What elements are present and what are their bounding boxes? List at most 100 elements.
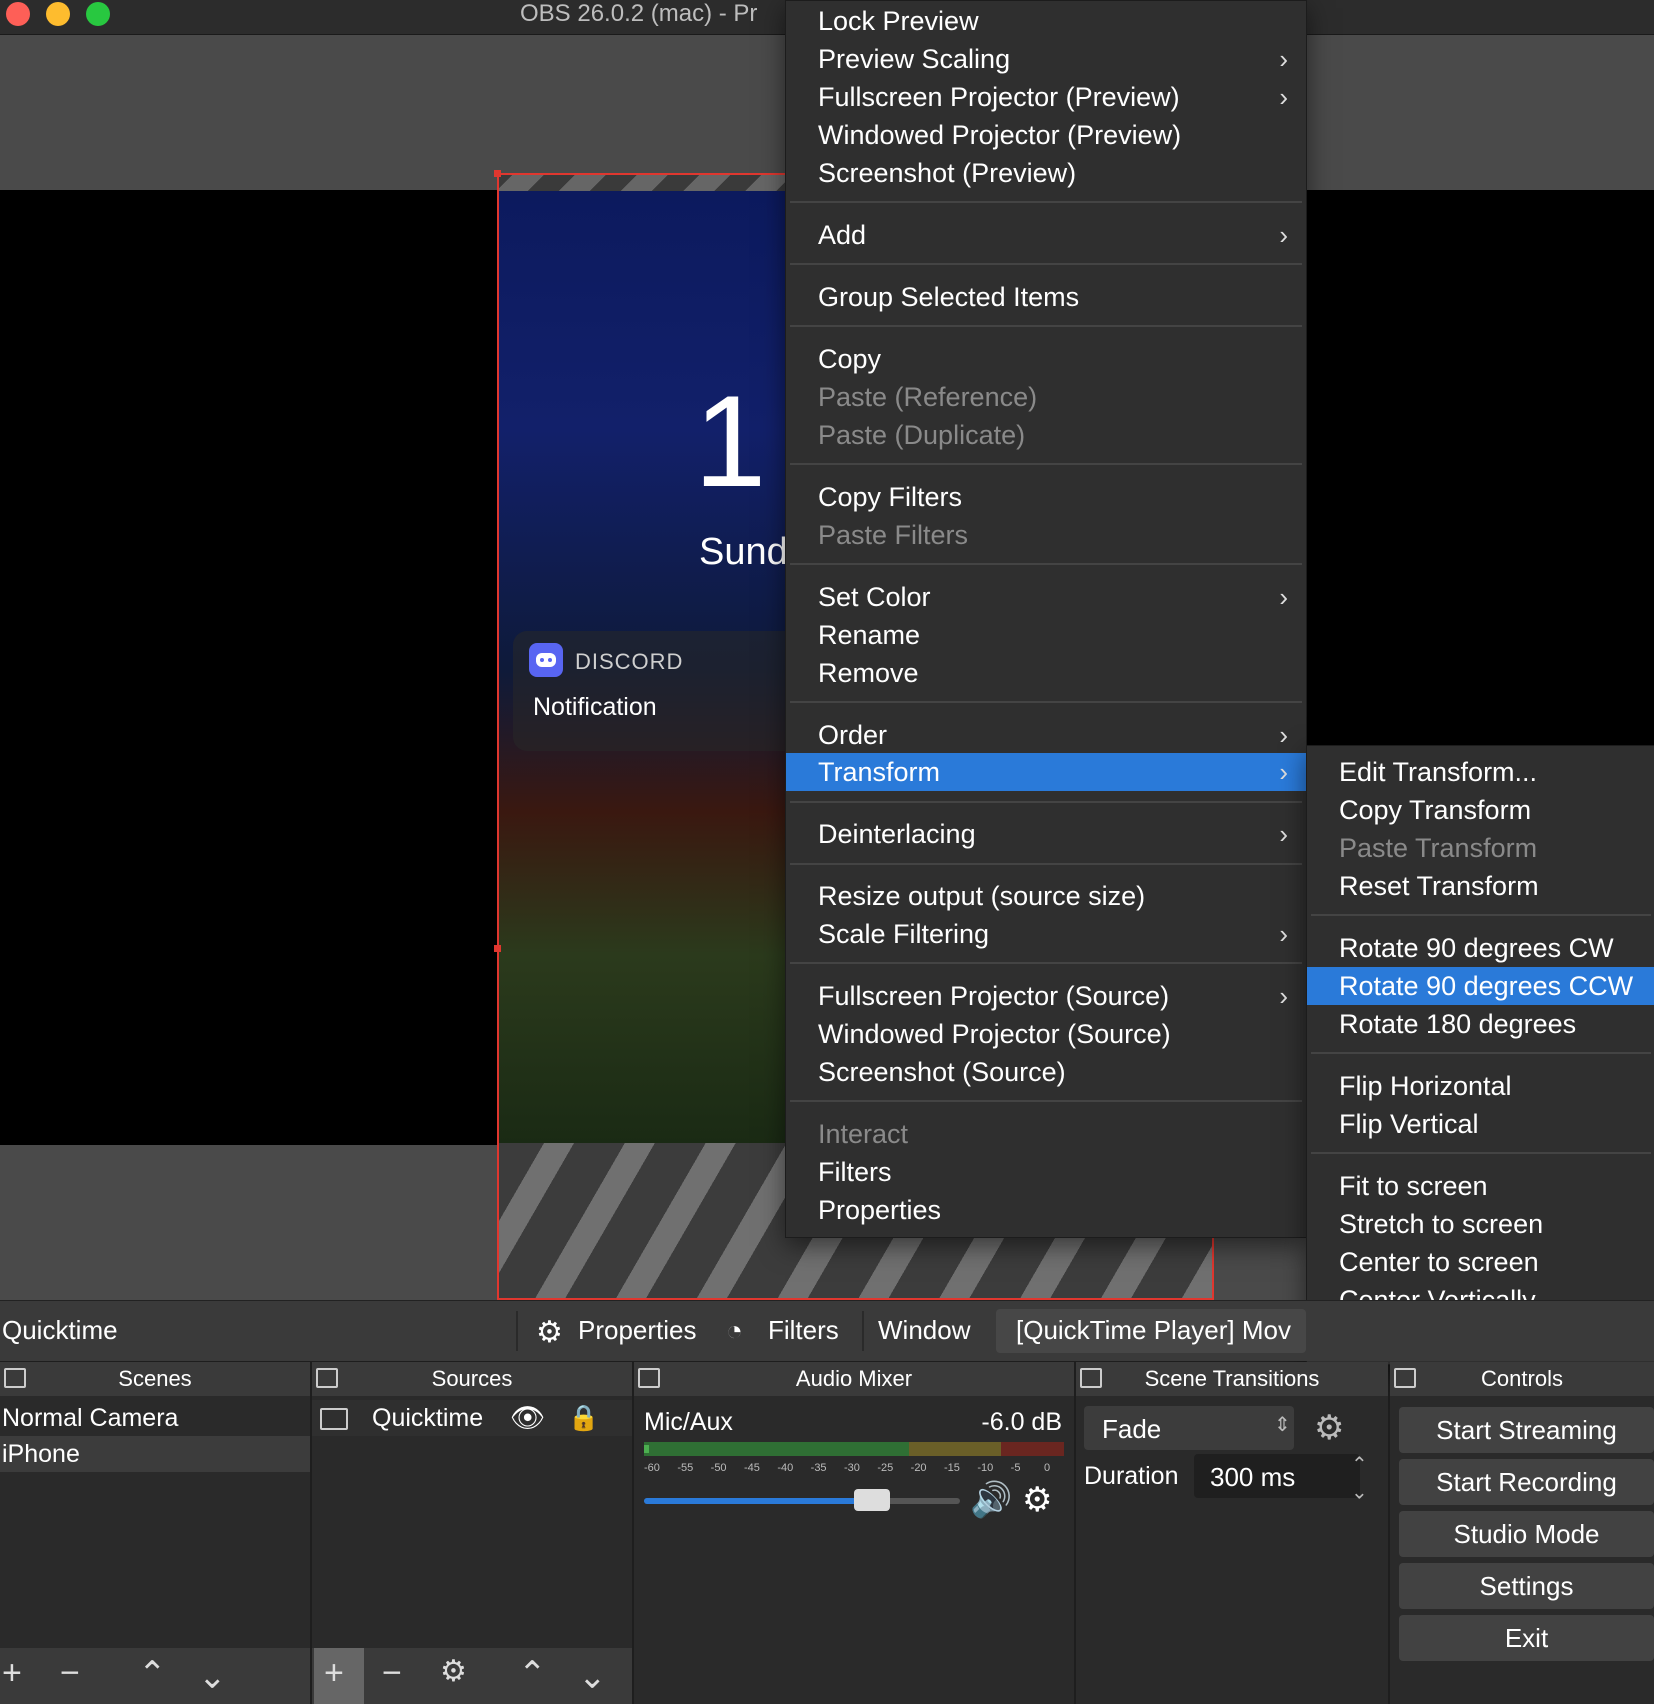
- menu-item-screenshot-preview[interactable]: Screenshot (Preview): [786, 154, 1306, 192]
- spin-up-icon[interactable]: ⌃: [1351, 1452, 1368, 1477]
- menu-item-copy[interactable]: Copy: [786, 340, 1306, 378]
- menu-item-stretch-to-screen[interactable]: Stretch to screen: [1307, 1205, 1654, 1243]
- menu-item-resize-output-source-size[interactable]: Resize output (source size): [786, 877, 1306, 915]
- channel-name: Mic/Aux: [644, 1408, 733, 1436]
- menu-item-label: Remove: [818, 658, 919, 688]
- context-menu: Lock Preview Preview Scaling › Fullscreen P…: [785, 0, 1307, 1238]
- notification-text: Notification: [533, 693, 657, 721]
- window-select[interactable]: [QuickTime Player] Mov: [996, 1309, 1306, 1353]
- close-window-button[interactable]: [6, 2, 30, 26]
- menu-item-copy-transform[interactable]: Copy Transform: [1307, 791, 1654, 829]
- studio-mode-button[interactable]: Studio Mode: [1399, 1511, 1654, 1557]
- menu-item-fullscreen-projector-preview[interactable]: Fullscreen Projector (Preview) ›: [786, 78, 1306, 116]
- transform-submenu: Edit Transform... Copy Transform Paste Tra…: [1306, 745, 1654, 1365]
- menu-item-windowed-projector-source[interactable]: Windowed Projector (Source): [786, 1015, 1306, 1053]
- menu-item-rotate-180-degrees[interactable]: Rotate 180 degrees: [1307, 1005, 1654, 1043]
- menu-item-paste-duplicate[interactable]: Paste (Duplicate): [786, 416, 1306, 454]
- duration-label: Duration: [1084, 1462, 1179, 1490]
- menu-item-copy-filters[interactable]: Copy Filters: [786, 478, 1306, 516]
- gear-icon[interactable]: ⚙: [440, 1654, 467, 1689]
- menu-item-center-to-screen[interactable]: Center to screen: [1307, 1243, 1654, 1281]
- transition-select[interactable]: Fade ⇕: [1084, 1406, 1294, 1450]
- add-scene-icon[interactable]: +: [2, 1654, 22, 1693]
- menu-item-screenshot-source[interactable]: Screenshot (Source): [786, 1053, 1306, 1091]
- dock-float-icon[interactable]: [1394, 1368, 1416, 1388]
- menu-item-fullscreen-projector-source[interactable]: Fullscreen Projector (Source) ›: [786, 977, 1306, 1015]
- move-down-icon[interactable]: ⌃: [198, 1654, 227, 1694]
- remove-scene-icon[interactable]: −: [60, 1654, 80, 1693]
- menu-item-transform[interactable]: Transform ›: [786, 753, 1306, 791]
- menu-item-label: Interact: [818, 1119, 909, 1149]
- scene-item-label: iPhone: [2, 1440, 80, 1468]
- menu-item-set-color[interactable]: Set Color ›: [786, 578, 1306, 616]
- scene-item[interactable]: Normal Camera: [0, 1400, 310, 1436]
- speaker-icon[interactable]: 🔊: [970, 1480, 1012, 1520]
- eye-icon[interactable]: 👁: [510, 1400, 546, 1436]
- start-streaming-button[interactable]: Start Streaming: [1399, 1407, 1654, 1453]
- gear-icon[interactable]: ⚙: [1314, 1408, 1344, 1448]
- menu-item-rename[interactable]: Rename: [786, 616, 1306, 654]
- menu-item-rotate-90-degrees-ccw[interactable]: Rotate 90 degrees CCW: [1307, 967, 1654, 1005]
- dock-float-icon[interactable]: [1080, 1368, 1102, 1388]
- menu-item-paste-filters[interactable]: Paste Filters: [786, 516, 1306, 554]
- menu-item-fit-to-screen[interactable]: Fit to screen: [1307, 1167, 1654, 1205]
- menu-item-order[interactable]: Order ›: [786, 716, 1306, 754]
- menu-item-label: Flip Horizontal: [1339, 1071, 1512, 1101]
- move-up-icon[interactable]: ⌃: [138, 1654, 167, 1694]
- menu-item-remove[interactable]: Remove: [786, 654, 1306, 692]
- menu-item-reset-transform[interactable]: Reset Transform: [1307, 867, 1654, 905]
- volume-slider-knob[interactable]: [853, 1489, 890, 1511]
- notification-card: DISCORD Notification: [513, 631, 813, 751]
- menu-separator: [1311, 914, 1651, 916]
- menu-item-add[interactable]: Add ›: [786, 216, 1306, 254]
- menu-item-group-selected-items[interactable]: Group Selected Items: [786, 278, 1306, 316]
- menu-item-label: Transform: [818, 757, 941, 787]
- add-source-icon: +: [324, 1654, 344, 1692]
- resize-handle-left[interactable]: [494, 945, 501, 952]
- dock-float-icon[interactable]: [316, 1368, 338, 1388]
- menu-item-filters[interactable]: Filters: [786, 1153, 1306, 1191]
- menu-separator: [790, 962, 1302, 964]
- menu-item-paste-transform[interactable]: Paste Transform: [1307, 829, 1654, 867]
- remove-source-icon[interactable]: −: [382, 1654, 402, 1693]
- duration-spinbox[interactable]: 300 ms: [1194, 1454, 1360, 1498]
- settings-button[interactable]: Settings: [1399, 1563, 1654, 1609]
- menu-item-scale-filtering[interactable]: Scale Filtering ›: [786, 915, 1306, 953]
- menu-item-rotate-90-degrees-cw[interactable]: Rotate 90 degrees CW: [1307, 929, 1654, 967]
- minimize-window-button[interactable]: [46, 2, 70, 26]
- menu-item-windowed-projector-preview[interactable]: Windowed Projector (Preview): [786, 116, 1306, 154]
- menu-item-flip-horizontal[interactable]: Flip Horizontal: [1307, 1067, 1654, 1105]
- spin-down-icon[interactable]: ⌃: [1351, 1478, 1368, 1503]
- exit-button[interactable]: Exit: [1399, 1615, 1654, 1661]
- properties-label: Properties: [578, 1315, 697, 1345]
- chevron-right-icon: ›: [1279, 981, 1288, 1011]
- menu-item-lock-preview[interactable]: Lock Preview: [786, 2, 1306, 40]
- menu-item-edit-transform[interactable]: Edit Transform...: [1307, 753, 1654, 791]
- dock-float-icon[interactable]: [638, 1368, 660, 1388]
- volume-slider[interactable]: [644, 1489, 960, 1511]
- lock-icon[interactable]: 🔒: [568, 1400, 599, 1436]
- start-recording-button[interactable]: Start Recording: [1399, 1459, 1654, 1505]
- zoom-window-button[interactable]: [86, 2, 110, 26]
- resize-handle-top-left[interactable]: [494, 170, 501, 177]
- add-source-button[interactable]: +: [314, 1648, 364, 1704]
- menu-item-label: Properties: [818, 1195, 942, 1225]
- menu-item-preview-scaling[interactable]: Preview Scaling ›: [786, 40, 1306, 78]
- dock-float-icon[interactable]: [4, 1368, 26, 1388]
- source-item[interactable]: Quicktime 👁 🔒: [312, 1400, 632, 1436]
- chevron-right-icon: ›: [1279, 919, 1288, 949]
- window-capture-icon: [320, 1408, 348, 1430]
- scene-item-selected[interactable]: iPhone: [0, 1436, 310, 1472]
- chevron-right-icon: ›: [1279, 757, 1288, 787]
- move-up-icon[interactable]: ⌃: [518, 1654, 547, 1694]
- menu-item-label: Paste Filters: [818, 520, 969, 550]
- move-down-icon[interactable]: ⌃: [578, 1654, 607, 1694]
- menu-item-deinterlacing[interactable]: Deinterlacing ›: [786, 815, 1306, 853]
- gear-icon[interactable]: ⚙: [1022, 1480, 1052, 1520]
- menu-item-paste-reference[interactable]: Paste (Reference): [786, 378, 1306, 416]
- menu-item-properties[interactable]: Properties: [786, 1191, 1306, 1229]
- menu-separator: [790, 563, 1302, 565]
- menu-separator: [1311, 1152, 1651, 1154]
- menu-item-interact[interactable]: Interact: [786, 1115, 1306, 1153]
- menu-item-flip-vertical[interactable]: Flip Vertical: [1307, 1105, 1654, 1143]
